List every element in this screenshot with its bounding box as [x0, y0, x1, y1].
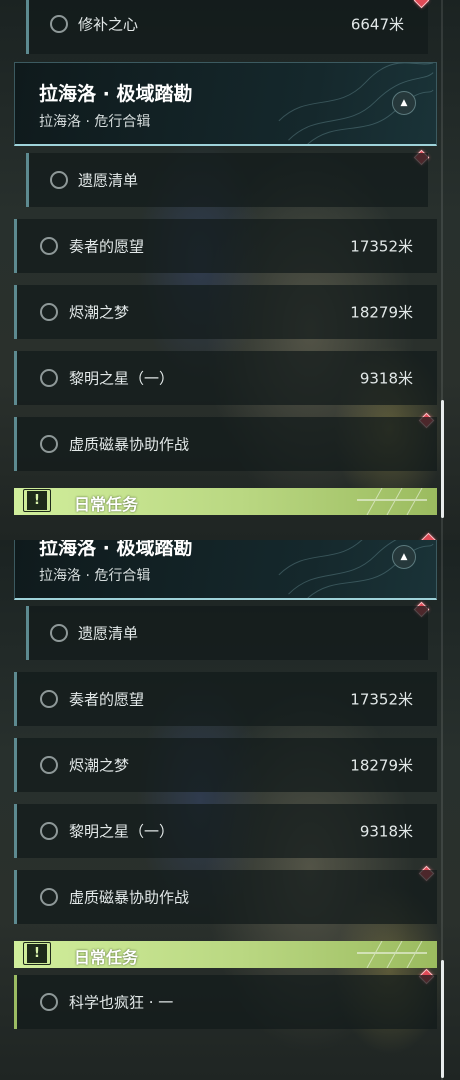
- quest-item[interactable]: 奏者的愿望 17352米: [14, 672, 437, 726]
- quest-item-bar: [26, 0, 29, 54]
- quest-name: 奏者的愿望: [69, 690, 145, 709]
- quest-name: 烬潮之梦: [69, 756, 130, 775]
- exclamation-box-icon: !: [23, 489, 51, 512]
- quest-item[interactable]: 奏者的愿望 17352米: [14, 219, 437, 273]
- quest-name: 黎明之星（一）: [69, 822, 175, 841]
- quest-distance: 18279米: [350, 756, 413, 775]
- quest-name: 遗愿清单: [78, 171, 139, 190]
- quest-name: 黎明之星（一）: [69, 369, 175, 388]
- daily-quests-label: 日常任务: [74, 948, 139, 967]
- quest-item-bar: [26, 606, 29, 660]
- quest-name: 修补之心: [78, 15, 139, 34]
- quest-item-bar: [14, 804, 17, 858]
- region-title: 拉海洛 · 极域踏勘: [39, 540, 193, 559]
- chevron-up-icon[interactable]: ▲: [392, 545, 416, 569]
- scrollbar-thumb[interactable]: [441, 400, 444, 518]
- quest-status-circle-icon: [50, 624, 68, 642]
- quest-item-bar: [26, 153, 29, 207]
- quest-list-panel-bottom: 拉海洛 · 极域踏勘 拉海洛 · 危行合辑 ▲ 遗愿清单 奏者的愿望 17352…: [0, 540, 460, 1080]
- daily-quests-header[interactable]: ! 日常任务: [14, 941, 437, 968]
- quest-status-circle-icon: [40, 303, 58, 321]
- quest-status-circle-icon: [50, 171, 68, 189]
- region-header[interactable]: 拉海洛 · 极域踏勘 拉海洛 · 危行合辑 ▲: [14, 62, 437, 146]
- quest-status-circle-icon: [40, 435, 58, 453]
- scrollbar-thumb[interactable]: [441, 960, 444, 1078]
- quest-item[interactable]: 虚质磁暴协助作战: [14, 417, 437, 471]
- banner-decoration-icon: [357, 941, 427, 968]
- quest-status-circle-icon: [50, 15, 68, 33]
- quest-status-circle-icon: [40, 822, 58, 840]
- quest-name: 奏者的愿望: [69, 237, 145, 256]
- quest-marker-diamond-icon: [420, 532, 437, 540]
- quest-status-circle-icon: [40, 756, 58, 774]
- exclamation-box-icon: !: [23, 942, 51, 965]
- quest-status-circle-icon: [40, 369, 58, 387]
- quest-name: 遗愿清单: [78, 624, 139, 643]
- quest-item-bar: [14, 351, 17, 405]
- quest-status-circle-icon: [40, 690, 58, 708]
- quest-item[interactable]: 烬潮之梦 18279米: [14, 738, 437, 792]
- region-subtitle: 拉海洛 · 危行合辑: [39, 114, 151, 130]
- quest-status-circle-icon: [40, 993, 58, 1011]
- quest-item[interactable]: 黎明之星（一） 9318米: [14, 351, 437, 405]
- quest-item-bar: [14, 219, 17, 273]
- quest-item[interactable]: 修补之心 6647米: [26, 0, 428, 54]
- chevron-up-icon[interactable]: ▲: [392, 91, 416, 115]
- quest-status-circle-icon: [40, 888, 58, 906]
- quest-item-bar: [14, 285, 17, 339]
- quest-distance: 9318米: [359, 822, 413, 841]
- quest-status-circle-icon: [40, 237, 58, 255]
- quest-item[interactable]: 黎明之星（一） 9318米: [14, 804, 437, 858]
- quest-item[interactable]: 遗愿清单: [26, 153, 428, 207]
- quest-item-bar: [14, 672, 17, 726]
- quest-item[interactable]: 烬潮之梦 18279米: [14, 285, 437, 339]
- quest-distance: 18279米: [350, 303, 413, 322]
- banner-decoration-icon: [357, 488, 427, 515]
- daily-quests-label: 日常任务: [74, 495, 139, 514]
- region-header[interactable]: 拉海洛 · 极域踏勘 拉海洛 · 危行合辑 ▲: [14, 540, 437, 600]
- quest-name: 科学也疯狂 · 一: [69, 993, 174, 1012]
- quest-item-bar: [14, 870, 17, 924]
- quest-name: 烬潮之梦: [69, 303, 130, 322]
- quest-item-bar: [14, 738, 17, 792]
- quest-distance: 17352米: [350, 237, 413, 256]
- quest-item[interactable]: 虚质磁暴协助作战: [14, 870, 437, 924]
- daily-quests-header[interactable]: ! 日常任务: [14, 488, 437, 515]
- quest-distance: 6647米: [350, 15, 404, 34]
- quest-item[interactable]: 遗愿清单: [26, 606, 428, 660]
- quest-item-bar: [14, 975, 17, 1029]
- quest-item-bar: [14, 417, 17, 471]
- quest-name: 虚质磁暴协助作战: [69, 435, 190, 454]
- quest-list-panel-top: 修补之心 6647米 拉海洛 · 极域踏勘 拉海洛 · 危行合辑 ▲ 遗愿清单 …: [0, 0, 460, 540]
- quest-distance: 9318米: [359, 369, 413, 388]
- region-title: 拉海洛 · 极域踏勘: [39, 83, 193, 105]
- quest-distance: 17352米: [350, 690, 413, 709]
- quest-item[interactable]: 科学也疯狂 · 一: [14, 975, 437, 1029]
- quest-name: 虚质磁暴协助作战: [69, 888, 190, 907]
- region-subtitle: 拉海洛 · 危行合辑: [39, 568, 151, 584]
